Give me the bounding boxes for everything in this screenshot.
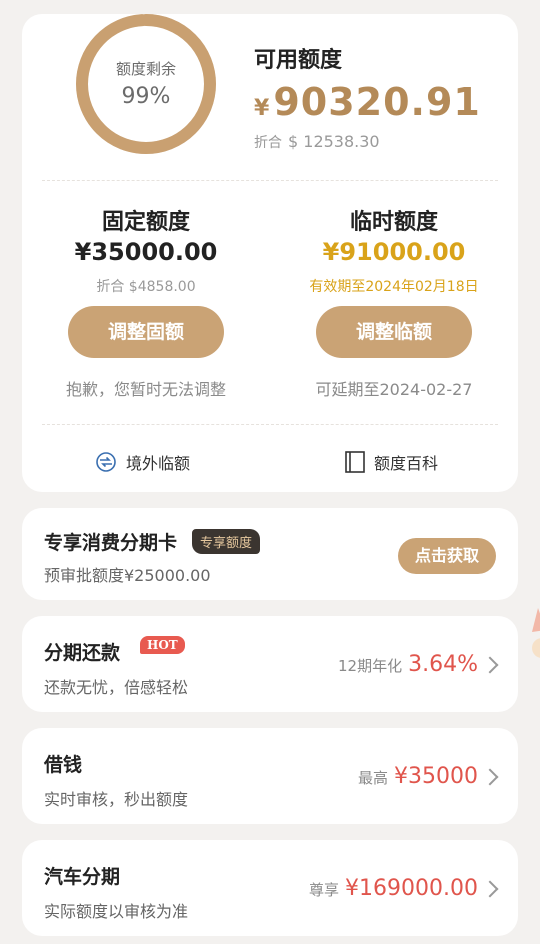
car-amount-label: 尊享 — [309, 881, 340, 899]
installment-card-sub: 预审批额度¥25000.00 — [44, 566, 211, 585]
car-amount-value: ¥169000.00 — [345, 876, 478, 901]
overseas-temp-quota-label: 境外临额 — [126, 454, 191, 473]
repay-rate-value: 3.64% — [408, 652, 478, 677]
repay-rate-label: 12期年化 — [338, 657, 403, 675]
temporary-quota-amount: ¥91000.00 — [322, 238, 466, 266]
currency-symbol: ¥ — [254, 96, 270, 121]
chevron-right-icon — [481, 656, 499, 674]
exclusive-badge: 专享额度 — [192, 529, 261, 554]
chevron-right-icon — [481, 768, 499, 786]
borrow-max: 最高 ¥35000 — [358, 764, 478, 789]
remaining-quota-gauge: 额度剩余 99% — [74, 12, 218, 156]
installment-card-offer[interactable]: 专享消费分期卡 专享额度 预审批额度¥25000.00 点击获取 — [22, 508, 518, 600]
car-installment-item[interactable]: 汽车分期 实际额度以审核为准 尊享 ¥169000.00 — [22, 840, 518, 936]
gauge-percent: 99% — [121, 84, 171, 109]
fixed-quota-title: 固定额度 — [101, 210, 190, 235]
get-now-button[interactable]: 点击获取 — [398, 538, 496, 574]
borrow-max-label: 最高 — [358, 769, 389, 787]
chevron-right-icon — [481, 880, 499, 898]
available-quota-amount: ¥90320.91 — [254, 80, 481, 124]
available-amount-value: 90320.91 — [273, 80, 481, 124]
credit-summary-card: 额度剩余 99% 可用额度 ¥90320.91 折合 $ 12538.30 固定额… — [22, 14, 518, 492]
converted-value: $ 12538.30 — [288, 132, 380, 151]
fixed-quota-amount: ¥35000.00 — [74, 238, 218, 266]
exchange-icon — [96, 452, 116, 472]
available-quota-title: 可用额度 — [254, 48, 343, 73]
book-icon — [345, 451, 365, 473]
borrow-item[interactable]: 借钱 实时审核，秒出额度 最高 ¥35000 — [22, 728, 518, 824]
decorative-mascot-edge — [532, 608, 540, 658]
installment-card-title: 专享消费分期卡 — [44, 532, 178, 554]
repay-rate: 12期年化 3.64% — [338, 652, 478, 677]
borrow-max-value: ¥35000 — [394, 764, 478, 789]
hot-badge: HOT — [140, 636, 185, 654]
fixed-quota-converted: 折合 $4858.00 — [96, 279, 196, 295]
available-converted: 折合 $ 12538.30 — [254, 132, 380, 152]
converted-label: 折合 — [254, 135, 282, 151]
repay-sub: 还款无忧，倍感轻松 — [44, 678, 189, 697]
quota-encyclopedia-label: 额度百科 — [374, 454, 439, 473]
borrow-sub: 实时审核，秒出额度 — [44, 790, 189, 809]
gauge-label: 额度剩余 — [115, 60, 176, 78]
adjust-fixed-button[interactable]: 调整固额 — [68, 306, 224, 358]
car-sub: 实际额度以审核为准 — [44, 902, 189, 921]
adjust-temporary-button[interactable]: 调整临额 — [316, 306, 472, 358]
temporary-quota-expiry: 有效期至2024年02月18日 — [309, 279, 479, 295]
quota-encyclopedia-link[interactable]: 额度百科 — [344, 450, 438, 474]
installment-repay-item[interactable]: 分期还款 HOT 还款无忧，倍感轻松 12期年化 3.64% — [22, 616, 518, 712]
fixed-quota-note: 抱歉，您暂时无法调整 — [65, 380, 226, 399]
temporary-quota-title: 临时额度 — [349, 210, 438, 235]
overseas-temp-quota-link[interactable]: 境外临额 — [94, 450, 190, 474]
divider — [42, 424, 498, 425]
repay-title: 分期还款 — [44, 642, 121, 664]
divider — [42, 180, 498, 181]
car-amount: 尊享 ¥169000.00 — [309, 876, 478, 901]
temporary-quota-note: 可延期至2024-02-27 — [315, 380, 473, 399]
car-title: 汽车分期 — [44, 866, 121, 888]
borrow-title: 借钱 — [44, 754, 83, 776]
